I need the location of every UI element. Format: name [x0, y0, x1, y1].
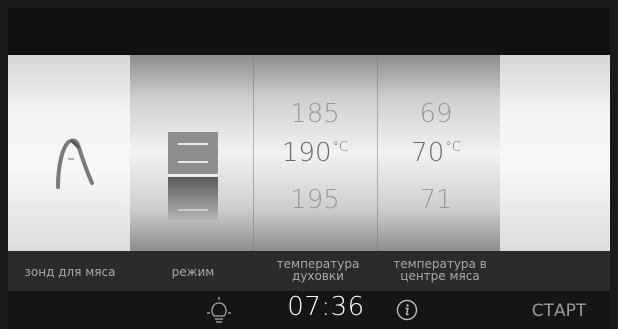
- info-icon[interactable]: [396, 299, 418, 321]
- probe-label: зонд для мяса: [24, 265, 116, 279]
- meat-probe-icon[interactable]: [48, 133, 98, 191]
- drum-divider: [253, 55, 254, 251]
- oven-temp-next[interactable]: 195: [260, 185, 370, 215]
- core-temp-value: 70: [411, 138, 445, 168]
- core-temp-label: температура в центре мяса: [393, 257, 487, 283]
- label-bar: зонд для мяса режим температура духовки …: [8, 251, 610, 291]
- lamp-icon[interactable]: [204, 296, 234, 326]
- core-temp-selected[interactable]: 70°C: [381, 138, 491, 168]
- oven-temp-prev[interactable]: 185: [260, 99, 370, 129]
- core-temp-unit: °C: [445, 140, 461, 155]
- start-button[interactable]: СТАРТ: [524, 301, 594, 321]
- oven-temp-unit: °C: [332, 140, 349, 155]
- drum-divider: [377, 55, 378, 251]
- oven-temp-value: 190: [281, 138, 332, 168]
- mode-label: режим: [171, 265, 215, 279]
- oven-mode-icon[interactable]: [166, 130, 220, 222]
- core-temp-prev[interactable]: 69: [381, 99, 491, 129]
- clock-display[interactable]: 07:36: [276, 292, 376, 322]
- bottom-bar: 07:36 СТАРТ: [8, 291, 610, 329]
- oven-control-display: 185 190°C 195 69 70°C 71 зонд для мяса р…: [8, 8, 610, 329]
- settings-panel: 185 190°C 195 69 70°C 71: [8, 55, 610, 251]
- oven-temp-selected[interactable]: 190°C: [260, 138, 370, 168]
- oven-temp-label: температура духовки: [276, 257, 360, 283]
- core-temp-next[interactable]: 71: [381, 185, 491, 215]
